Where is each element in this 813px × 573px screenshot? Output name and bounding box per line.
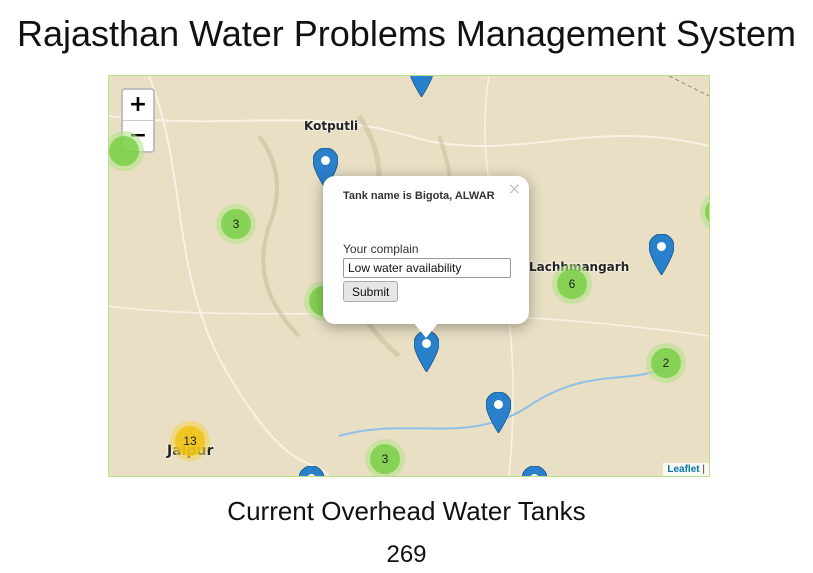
tanks-count: 269 xyxy=(386,541,427,568)
cluster-count: 13 xyxy=(175,426,205,456)
cluster-count xyxy=(109,136,139,166)
complaint-input[interactable] xyxy=(343,258,511,278)
page-title: Rajasthan Water Problems Management Syst… xyxy=(17,13,796,54)
map-pin-icon[interactable] xyxy=(522,466,547,477)
zoom-in-button[interactable]: + xyxy=(123,90,153,121)
cluster-count xyxy=(705,197,709,227)
tanks-label: Current Overhead Water Tanks xyxy=(227,496,586,526)
marker-cluster[interactable]: 2 xyxy=(646,343,686,383)
cluster-count: 3 xyxy=(370,444,400,474)
tank-popup: × Tank name is Bigota, ALWAR Your compla… xyxy=(323,176,529,338)
cluster-count: 6 xyxy=(557,269,587,299)
marker-cluster[interactable]: 13 xyxy=(170,421,210,461)
map-attribution: Leaflet | xyxy=(663,463,709,476)
marker-cluster[interactable]: 3 xyxy=(216,204,256,244)
leaflet-link[interactable]: Leaflet xyxy=(667,464,699,475)
map-container[interactable]: + − Kotputli Lachhmangarh Jaipur 3 6 2 1… xyxy=(108,75,710,477)
map-pin-icon[interactable] xyxy=(486,392,511,433)
popup-tip xyxy=(413,322,439,338)
close-icon[interactable]: × xyxy=(508,179,521,198)
popup-title: Tank name is Bigota, ALWAR xyxy=(343,190,495,202)
complaint-label: Your complain xyxy=(343,242,419,256)
marker-cluster[interactable]: 3 xyxy=(365,439,405,476)
cluster-count: 3 xyxy=(221,209,251,239)
attribution-separator: | xyxy=(699,464,705,475)
map-pin-icon[interactable] xyxy=(649,234,674,275)
submit-button[interactable]: Submit xyxy=(343,281,399,302)
place-label-kotputli: Kotputli xyxy=(304,119,359,133)
marker-cluster[interactable]: 6 xyxy=(552,264,592,304)
cluster-count: 2 xyxy=(651,348,681,378)
map-pin-icon[interactable] xyxy=(299,466,324,477)
map-pin-icon[interactable] xyxy=(409,75,434,97)
